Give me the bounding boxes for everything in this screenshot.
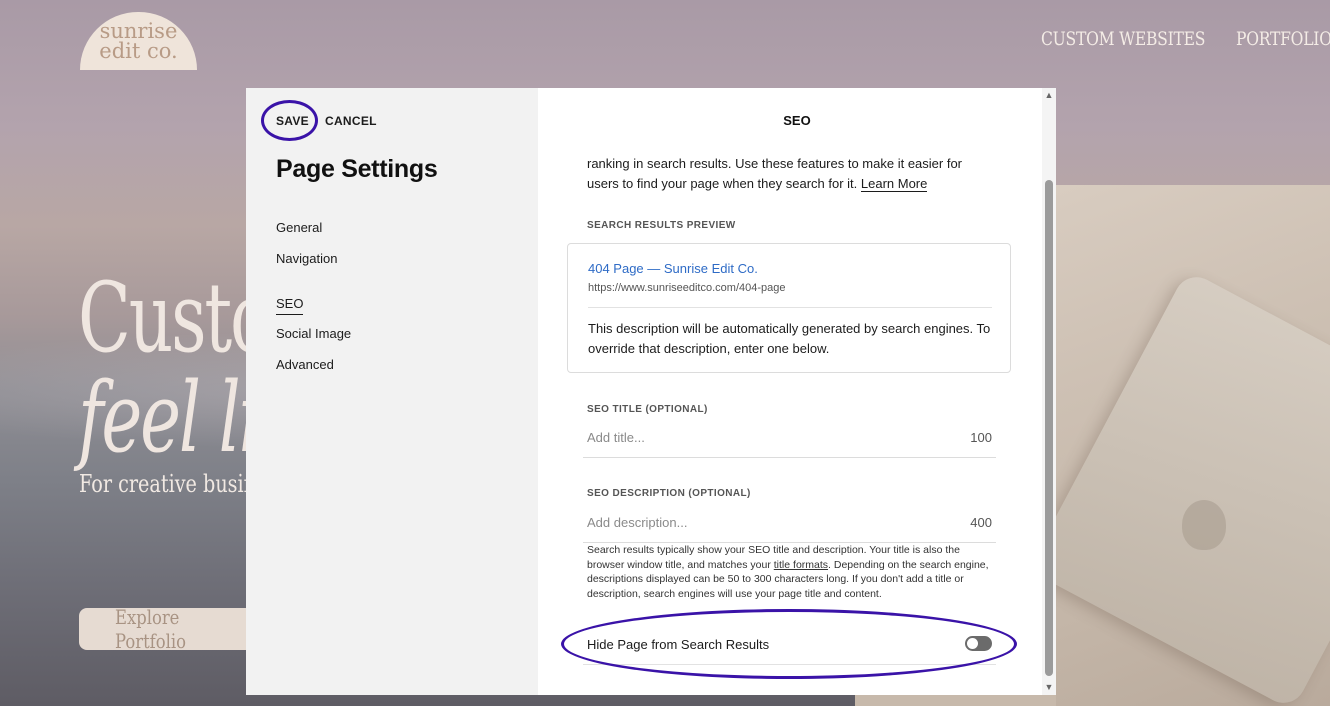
cancel-button[interactable]: CANCEL xyxy=(325,114,377,128)
settings-sidebar: SAVE CANCEL Page Settings General Naviga… xyxy=(246,88,538,695)
hero-subheading: For creative busine xyxy=(79,470,268,498)
page-title: Page Settings xyxy=(276,155,438,183)
seo-title-input[interactable] xyxy=(587,422,947,452)
menu-item-social-image[interactable]: Social Image xyxy=(276,326,351,341)
seo-title-counter: 100 xyxy=(970,430,992,445)
menu-item-seo[interactable]: SEO xyxy=(276,296,304,315)
preview-title: 404 Page — Sunrise Edit Co. xyxy=(588,261,758,276)
seo-title-field: 100 xyxy=(583,422,996,458)
hide-from-search-row: Hide Page from Search Results xyxy=(583,633,996,665)
site-logo[interactable]: sunrise edit co. xyxy=(80,12,197,70)
seo-help-text: Search results typically show your SEO t… xyxy=(587,543,997,601)
modal-scrollbar[interactable]: ▲ ▼ xyxy=(1042,88,1056,695)
apple-logo-icon xyxy=(1182,500,1226,550)
hide-from-search-toggle[interactable] xyxy=(965,636,992,651)
seo-description-field: 400 xyxy=(583,507,996,543)
preview-description: This description will be automatically g… xyxy=(588,321,991,356)
page-settings-modal: SAVE CANCEL Page Settings General Naviga… xyxy=(246,88,1056,695)
seo-panel: SEO ranking in search results. Use these… xyxy=(538,88,1056,695)
scroll-thumb[interactable] xyxy=(1045,180,1053,676)
hero-heading-line-2: feel li xyxy=(78,362,261,474)
nav-custom-websites[interactable]: CUSTOM WEBSITES xyxy=(1041,28,1205,50)
panel-title: SEO xyxy=(783,113,811,128)
scroll-up-arrow-icon[interactable]: ▲ xyxy=(1044,90,1054,100)
logo-line-2: edit co. xyxy=(99,39,178,63)
seo-intro-text: ranking in search results. Use these fea… xyxy=(587,154,987,193)
title-formats-link[interactable]: title formats xyxy=(774,559,828,571)
menu-item-navigation[interactable]: Navigation xyxy=(276,251,337,266)
scroll-down-arrow-icon[interactable]: ▼ xyxy=(1044,682,1054,692)
hide-from-search-label: Hide Page from Search Results xyxy=(587,637,770,652)
search-results-preview: 404 Page — Sunrise Edit Co. https://www.… xyxy=(567,243,1011,373)
explore-portfolio-label: Explore Portfolio xyxy=(115,605,186,653)
preview-url: https://www.sunriseeditco.com/404-page xyxy=(588,282,786,294)
seo-description-label: SEO DESCRIPTION (OPTIONAL) xyxy=(587,488,751,499)
preview-divider xyxy=(588,307,992,308)
search-preview-label: SEARCH RESULTS PREVIEW xyxy=(587,220,736,231)
seo-title-label: SEO TITLE (OPTIONAL) xyxy=(587,404,708,415)
nav-portfolio[interactable]: PORTFOLIO xyxy=(1236,28,1330,50)
learn-more-link[interactable]: Learn More xyxy=(860,175,928,192)
menu-item-general[interactable]: General xyxy=(276,220,322,235)
hero-heading-line-1: Custo xyxy=(78,262,272,374)
save-button[interactable]: SAVE xyxy=(276,114,309,128)
toggle-knob xyxy=(967,638,978,649)
logo-line-1: sunrise xyxy=(99,19,178,43)
seo-description-input[interactable] xyxy=(587,507,947,537)
menu-item-advanced[interactable]: Advanced xyxy=(276,357,334,372)
seo-description-counter: 400 xyxy=(970,515,992,530)
